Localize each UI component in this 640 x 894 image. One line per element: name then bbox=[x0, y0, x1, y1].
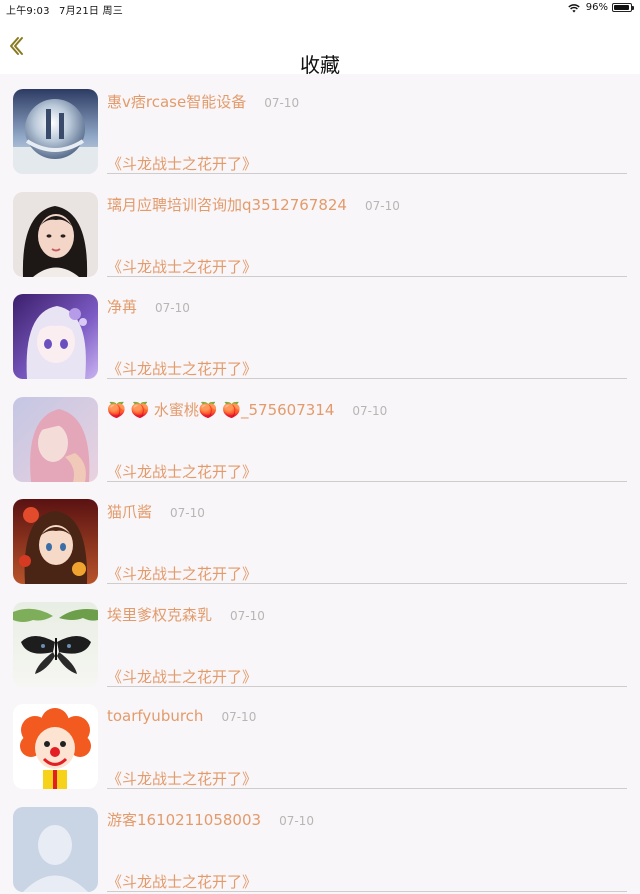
user-line: toarfyuburch 07-10 bbox=[107, 706, 256, 725]
username[interactable]: 游客1610211058003 bbox=[107, 811, 261, 829]
post-date: 07-10 bbox=[365, 199, 400, 213]
butterfly-avatar[interactable] bbox=[13, 602, 98, 687]
favorite-item[interactable]: 🍑 🍑 水蜜桃🍑 🍑_575607314 07-10 《斗龙战士之花开了》 bbox=[0, 382, 640, 485]
divider bbox=[107, 378, 627, 379]
divider bbox=[107, 276, 627, 277]
divider bbox=[107, 788, 627, 789]
favorite-item[interactable]: 游客1610211058003 07-10 《斗龙战士之花开了》 bbox=[0, 792, 640, 894]
username[interactable]: 猫爪酱 bbox=[107, 503, 152, 521]
user-line: 璃月应聘培训咨询加q3512767824 07-10 bbox=[107, 194, 400, 215]
divider bbox=[107, 686, 627, 687]
avatar-image bbox=[13, 397, 98, 482]
girl-photo-avatar[interactable] bbox=[13, 192, 98, 277]
favorite-title[interactable]: 《斗龙战士之花开了》 bbox=[107, 768, 257, 789]
favorite-item[interactable]: 埃里爹权克森乳 07-10 《斗龙战士之花开了》 bbox=[0, 587, 640, 690]
battery-percent: 96% bbox=[586, 2, 608, 13]
favorite-title[interactable]: 《斗龙战士之花开了》 bbox=[107, 871, 257, 892]
status-bar: 上午9:03 7月21日 周三 96% bbox=[0, 0, 640, 16]
favorite-title[interactable]: 《斗龙战士之花开了》 bbox=[107, 358, 257, 379]
navigation-bar: 收藏 bbox=[0, 16, 640, 74]
post-date: 07-10 bbox=[155, 301, 190, 315]
anime-girl-red-avatar[interactable] bbox=[13, 499, 98, 584]
user-line: 埃里爹权克森乳 07-10 bbox=[107, 604, 265, 625]
post-date: 07-10 bbox=[221, 710, 256, 724]
favorite-item[interactable]: 惠v痞rcase智能设备 07-10 《斗龙战士之花开了》 bbox=[0, 74, 640, 177]
default-user-avatar[interactable] bbox=[13, 807, 98, 892]
user-line: 猫爪酱 07-10 bbox=[107, 501, 205, 522]
favorite-title[interactable]: 《斗龙战士之花开了》 bbox=[107, 153, 257, 174]
avatar-image bbox=[13, 704, 98, 789]
divider bbox=[107, 173, 627, 174]
divider bbox=[107, 481, 627, 482]
crystal-ball-avatar[interactable] bbox=[13, 89, 98, 174]
favorite-item[interactable]: 净苒 07-10 《斗龙战士之花开了》 bbox=[0, 279, 640, 382]
avatar-image bbox=[13, 294, 98, 379]
favorite-item[interactable]: 璃月应聘培训咨询加q3512767824 07-10 《斗龙战士之花开了》 bbox=[0, 177, 640, 280]
favorite-item[interactable]: toarfyuburch 07-10 《斗龙战士之花开了》 bbox=[0, 689, 640, 792]
avatar-image bbox=[13, 192, 98, 277]
username[interactable]: toarfyuburch bbox=[107, 707, 203, 725]
status-left: 上午9:03 7月21日 周三 bbox=[6, 2, 129, 17]
status-right: 96% bbox=[568, 2, 632, 13]
favorite-title[interactable]: 《斗龙战士之花开了》 bbox=[107, 256, 257, 277]
user-line: 惠v痞rcase智能设备 07-10 bbox=[107, 91, 299, 112]
anime-girl-purple-avatar[interactable] bbox=[13, 294, 98, 379]
username[interactable]: 净苒 bbox=[107, 298, 137, 316]
avatar-image bbox=[13, 89, 98, 174]
clown-avatar[interactable] bbox=[13, 704, 98, 789]
wifi-icon bbox=[568, 3, 580, 13]
post-date: 07-10 bbox=[230, 609, 265, 623]
post-date: 07-10 bbox=[264, 96, 299, 110]
post-date: 07-10 bbox=[170, 506, 205, 520]
favorite-title[interactable]: 《斗龙战士之花开了》 bbox=[107, 461, 257, 482]
username[interactable]: 埃里爹权克森乳 bbox=[107, 606, 212, 624]
avatar-image bbox=[13, 602, 98, 687]
battery-icon bbox=[612, 3, 632, 12]
avatar-image bbox=[13, 499, 98, 584]
user-line: 游客1610211058003 07-10 bbox=[107, 809, 314, 830]
favorite-title[interactable]: 《斗龙战士之花开了》 bbox=[107, 563, 257, 584]
divider bbox=[107, 583, 627, 584]
post-date: 07-10 bbox=[279, 814, 314, 828]
divider bbox=[107, 891, 627, 892]
battery-level-fill bbox=[614, 5, 629, 10]
username[interactable]: 惠v痞rcase智能设备 bbox=[107, 93, 246, 111]
pink-hair-girl-avatar[interactable] bbox=[13, 397, 98, 482]
favorite-item[interactable]: 猫爪酱 07-10 《斗龙战士之花开了》 bbox=[0, 484, 640, 587]
favorites-list: 惠v痞rcase智能设备 07-10 《斗龙战士之花开了》 璃月应聘培训咨询加q3… bbox=[0, 74, 640, 894]
username[interactable]: 璃月应聘培训咨询加q3512767824 bbox=[107, 196, 347, 214]
post-date: 07-10 bbox=[352, 404, 387, 418]
favorite-title[interactable]: 《斗龙战士之花开了》 bbox=[107, 666, 257, 687]
username[interactable]: 🍑 🍑 水蜜桃🍑 🍑_575607314 bbox=[107, 401, 334, 419]
user-line: 净苒 07-10 bbox=[107, 296, 190, 317]
avatar-image bbox=[13, 807, 98, 892]
user-line: 🍑 🍑 水蜜桃🍑 🍑_575607314 07-10 bbox=[107, 399, 387, 420]
